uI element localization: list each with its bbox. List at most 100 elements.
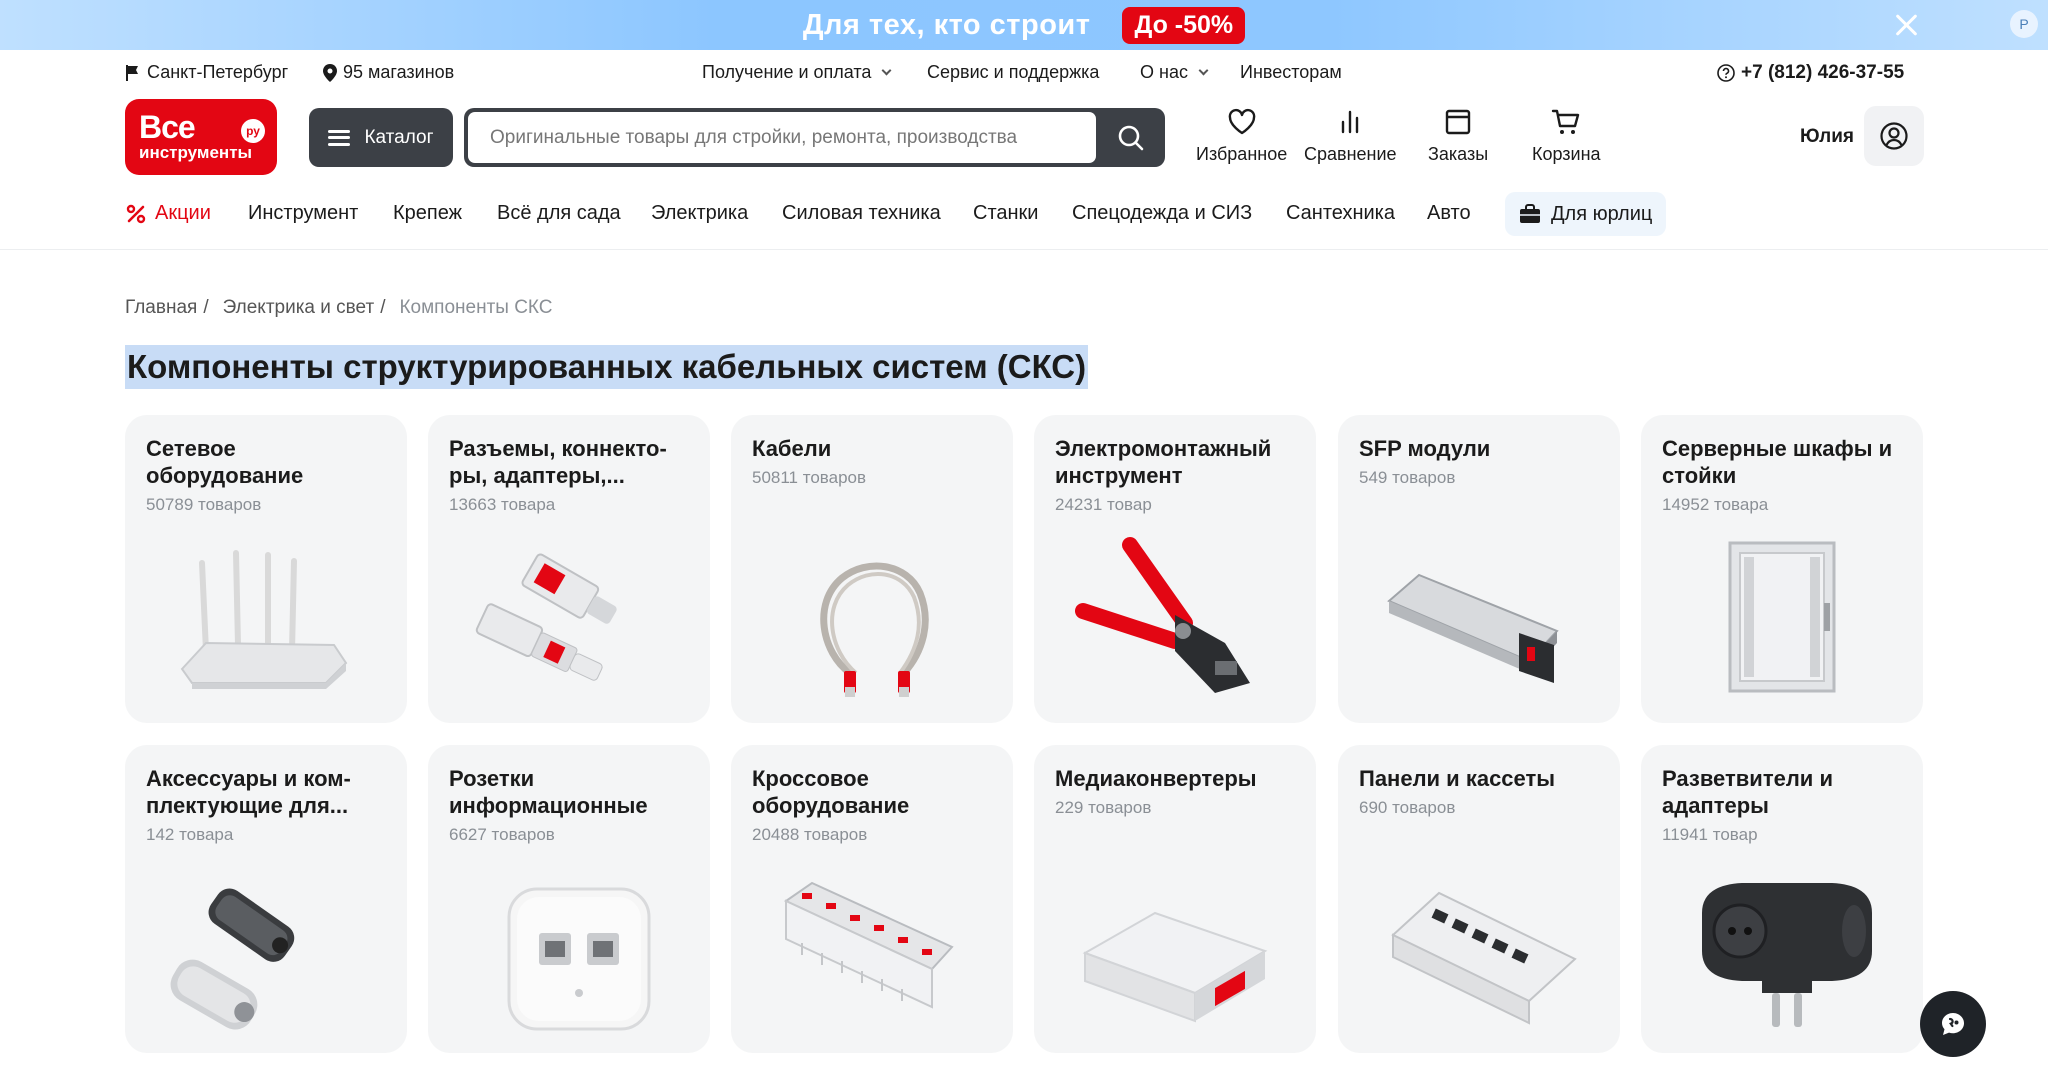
promo-banner[interactable]: Для тех, кто строит До -50% P	[0, 0, 2048, 50]
close-icon[interactable]	[1890, 9, 1922, 41]
city-label: Санкт-Петербург	[147, 62, 289, 82]
category-title: Разъемы, коннекто-ры, адаптеры,...	[449, 436, 667, 488]
category-card[interactable]: Кабели 50811 товаров	[731, 415, 1013, 723]
category-card[interactable]: Медиаконвертеры 229 товаров	[1034, 745, 1316, 1053]
nav-garden[interactable]: Всё для сада	[497, 202, 621, 225]
promo-text: Для тех, кто строит	[802, 8, 1091, 41]
server-cabinet-icon	[1728, 541, 1836, 693]
category-card[interactable]: Панели и кассеты 690 товаров	[1338, 745, 1620, 1053]
cart-icon	[1552, 109, 1580, 134]
nav-workwear[interactable]: Спецодежда и СИЗ	[1072, 202, 1252, 225]
favorites-label: Избранное	[1196, 144, 1288, 164]
page-title: Компоненты структурированных кабельных с…	[125, 345, 1089, 389]
category-nav: Акции Инструмент Крепеж Всё для сада Эле…	[0, 190, 2048, 250]
category-card[interactable]: Сетевое оборудование 50789 товаров	[125, 415, 407, 723]
chat-icon	[1942, 1013, 1964, 1035]
nav-auto[interactable]: Авто	[1427, 202, 1471, 225]
category-count: 50811 товаров	[752, 468, 867, 487]
nav-service-support[interactable]: Сервис и поддержка	[927, 62, 1099, 83]
nav-sale[interactable]: Акции	[125, 202, 211, 225]
cross-module-icon	[783, 881, 954, 1009]
category-card[interactable]: SFP модули 549 товаров	[1338, 415, 1620, 723]
orders-button[interactable]: Заказы	[1428, 106, 1488, 165]
chat-button[interactable]	[1920, 991, 1986, 1057]
city-selector[interactable]: Санкт-Петербург	[125, 62, 288, 83]
nav-fasteners[interactable]: Крепеж	[393, 202, 462, 225]
extension-badge[interactable]: P	[2010, 10, 2038, 38]
sfp-module-icon	[1387, 573, 1559, 683]
category-count: 6627 товаров	[449, 825, 555, 844]
nav-power-tools[interactable]: Силовая техника	[782, 202, 941, 225]
breadcrumb-parent[interactable]: Электрика и свет	[223, 297, 375, 319]
category-count: 20488 товаров	[752, 825, 868, 844]
catalog-button[interactable]: Каталог	[309, 108, 453, 167]
flag-icon	[126, 64, 138, 81]
help-circle-icon	[1717, 64, 1735, 82]
category-title: Сетевое оборудование	[146, 436, 304, 488]
stores-link[interactable]: 95 магазинов	[323, 62, 454, 83]
category-title: Разветвители и адаптеры	[1662, 766, 1833, 818]
breadcrumb-current: Компоненты СКС	[399, 297, 553, 318]
nav-plumbing[interactable]: Сантехника	[1286, 202, 1395, 225]
nav-electrics[interactable]: Электрика	[651, 202, 748, 225]
category-card[interactable]: Серверные шкафы и стойки 14952 товара	[1641, 415, 1923, 723]
category-card[interactable]: Кроссовое оборудование 20488 товаров	[731, 745, 1013, 1053]
category-card[interactable]: Аксессуары и ком-плектующие для... 142 т…	[125, 745, 407, 1053]
compare-button[interactable]: Сравнение	[1304, 106, 1397, 165]
search-bar	[464, 108, 1165, 167]
link-label: Инвесторам	[1240, 62, 1342, 82]
category-title: Медиаконвертеры	[1055, 766, 1257, 791]
site-logo[interactable]: Все инструменты ру	[125, 99, 277, 175]
category-count: 142 товара	[146, 825, 234, 844]
user-icon	[1880, 122, 1908, 150]
phone-number: +7 (812) 426-37-55	[1741, 62, 1905, 83]
category-title: Серверные шкафы и стойки	[1662, 436, 1893, 488]
crimping-tool-icon	[1075, 537, 1250, 693]
briefcase-icon	[1520, 204, 1540, 223]
logo-line2: инструменты	[139, 143, 253, 162]
category-count: 549 товаров	[1359, 468, 1456, 487]
nav-about[interactable]: О нас	[1140, 62, 1209, 83]
logo-line1: Все	[139, 109, 196, 145]
ferrite-cores-icon	[170, 888, 295, 1030]
search-button[interactable]	[1096, 108, 1165, 167]
cart-button[interactable]: Корзина	[1532, 106, 1601, 165]
favorites-button[interactable]: Избранное	[1196, 106, 1287, 165]
business-label: Для юрлиц	[1551, 202, 1653, 225]
breadcrumb: Главная / Электрика и свет / Компоненты …	[125, 297, 553, 319]
nav-business[interactable]: Для юрлиц	[1505, 192, 1667, 236]
sale-label: Акции	[155, 202, 211, 224]
compare-label: Сравнение	[1304, 144, 1397, 164]
search-icon	[1118, 125, 1143, 150]
network-socket-icon	[507, 887, 651, 1031]
stores-label: 95 магазинов	[343, 62, 455, 82]
rj45-connectors-icon	[475, 553, 617, 681]
nav-tools[interactable]: Инструмент	[248, 202, 358, 225]
nav-investors[interactable]: Инвесторам	[1240, 62, 1342, 83]
nav-delivery-payment[interactable]: Получение и оплата	[702, 62, 892, 83]
nav-machines[interactable]: Станки	[973, 202, 1038, 225]
category-card[interactable]: Разъемы, коннекто-ры, адаптеры,... 13663…	[428, 415, 710, 723]
breadcrumb-home[interactable]: Главная	[125, 297, 197, 319]
bar-chart-icon	[1342, 110, 1359, 134]
user-avatar[interactable]	[1864, 106, 1924, 166]
orders-label: Заказы	[1428, 144, 1489, 164]
category-count: 11941 товар	[1662, 825, 1758, 844]
power-splitter-icon	[1702, 883, 1872, 1027]
location-pin-icon	[323, 63, 337, 82]
chevron-down-icon	[881, 65, 892, 76]
category-card[interactable]: Розетки информационные 6627 товаров	[428, 745, 710, 1053]
cart-label: Корзина	[1532, 144, 1601, 164]
user-name[interactable]: Юлия	[1800, 126, 1854, 148]
catalog-label: Каталог	[364, 126, 434, 148]
search-input[interactable]	[468, 112, 1096, 163]
phone-link[interactable]: +7 (812) 426-37-55	[1717, 62, 1904, 84]
category-card[interactable]: Электромонтажный инструмент 24231 товар	[1034, 415, 1316, 723]
link-label: О нас	[1140, 62, 1188, 82]
category-card[interactable]: Разветвители и адаптеры 11941 товар	[1641, 745, 1923, 1053]
patch-panel-icon	[1391, 891, 1577, 1025]
patch-cable-icon	[820, 562, 929, 697]
category-title: Аксессуары и ком-плектующие для...	[146, 766, 351, 818]
category-count: 24231 товар	[1055, 495, 1152, 514]
category-title: Розетки информационные	[449, 766, 648, 818]
